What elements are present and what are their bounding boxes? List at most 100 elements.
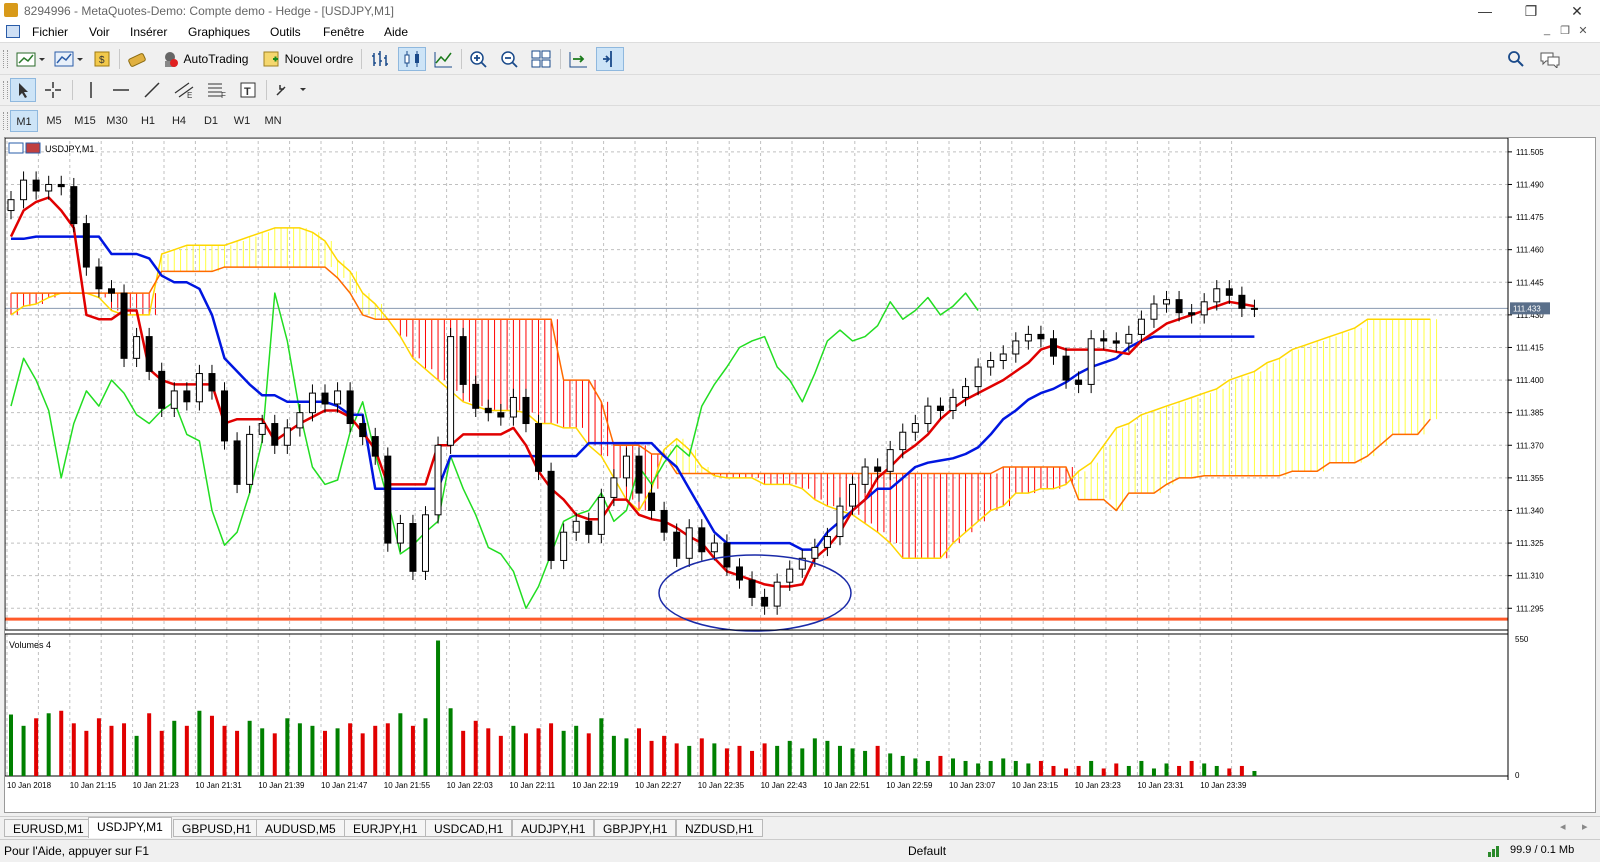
candle-body xyxy=(32,179,40,192)
menu-aide[interactable]: Aide xyxy=(384,25,408,39)
timeframe-w1[interactable]: W1 xyxy=(228,110,256,132)
candle-body xyxy=(421,514,429,572)
status-help-text: Pour l'Aide, appuyer sur F1 xyxy=(4,844,150,858)
timeframe-m15[interactable]: M15 xyxy=(71,110,99,132)
trendline-icon[interactable] xyxy=(139,78,165,102)
candle-body xyxy=(107,288,115,294)
volume-bar xyxy=(247,720,252,776)
chart-window[interactable]: 111.505 111.490 111.475 111.460 111.445 111.4… xyxy=(4,137,1596,813)
timeframe-m1[interactable]: M1 xyxy=(10,110,38,132)
toolbar-grip[interactable] xyxy=(3,112,8,130)
volume-bar xyxy=(800,748,805,776)
new-chart-icon[interactable] xyxy=(12,47,48,71)
zoom-out-icon[interactable] xyxy=(497,47,523,71)
tab-usdjpy-m1[interactable]: USDJPY,M1 xyxy=(88,817,172,838)
candle-body xyxy=(874,466,882,472)
volume-bar xyxy=(348,723,353,776)
volume-bar xyxy=(1126,765,1131,776)
menu-graphiques[interactable]: Graphiques xyxy=(188,25,250,39)
menu-outils[interactable]: Outils xyxy=(270,25,301,39)
new-order-button[interactable]: Nouvel ordre xyxy=(258,47,356,71)
app-icon xyxy=(4,3,18,17)
tab-nzdusd-h1[interactable]: NZDUSD,H1 xyxy=(676,819,763,837)
volume-bar xyxy=(900,755,905,776)
candle-body xyxy=(195,373,203,403)
tab-audusd-m5[interactable]: AUDUSD,M5 xyxy=(256,819,345,837)
tab-gbpjpy-h1[interactable]: GBPJPY,H1 xyxy=(594,819,677,837)
tabs-scroll-right-icon[interactable]: ▸ xyxy=(1582,820,1588,833)
candle-body xyxy=(1213,288,1221,303)
candle-body xyxy=(535,423,543,472)
timeframe-mn[interactable]: MN xyxy=(259,110,287,132)
time-tick-label: 10 Jan 23:15 xyxy=(1012,781,1059,790)
chart-shift-icon[interactable] xyxy=(596,47,624,71)
volume-bar xyxy=(71,723,76,776)
timeframe-h1[interactable]: H1 xyxy=(134,110,162,132)
candle-body xyxy=(447,336,455,446)
mdi-close-icon[interactable]: ✕ xyxy=(1574,24,1592,40)
volume-bar xyxy=(209,715,214,776)
timeframe-m5[interactable]: M5 xyxy=(40,110,68,132)
mdi-restore-icon[interactable]: ❐ xyxy=(1556,24,1574,40)
volume-bar xyxy=(913,758,918,776)
candle-body xyxy=(673,531,681,559)
text-label-icon[interactable]: T xyxy=(235,78,261,102)
cursor-icon[interactable] xyxy=(10,78,36,102)
candle-body xyxy=(7,199,15,212)
close-button[interactable]: ✕ xyxy=(1554,0,1600,22)
bar-chart-icon[interactable] xyxy=(367,47,393,71)
market-watch-icon[interactable]: $ xyxy=(90,47,114,71)
fibonacci-icon[interactable]: F xyxy=(203,78,231,102)
line-chart-icon[interactable] xyxy=(430,47,456,71)
candlestick-chart-icon[interactable] xyxy=(398,47,426,71)
search-icon[interactable] xyxy=(1504,47,1528,71)
zoom-in-icon[interactable] xyxy=(466,47,492,71)
time-tick-label: 10 Jan 21:55 xyxy=(384,781,431,790)
candle-body xyxy=(999,353,1007,362)
autotrading-button[interactable]: AutoTrading xyxy=(156,47,252,71)
candle-body xyxy=(936,405,944,411)
restore-button[interactable]: ❐ xyxy=(1508,0,1554,22)
candle-body xyxy=(622,455,630,479)
toolbar-separator xyxy=(72,80,73,100)
minimize-button[interactable]: — xyxy=(1462,0,1508,22)
tab-usdcad-h1[interactable]: USDCAD,H1 xyxy=(425,819,513,837)
chat-icon[interactable] xyxy=(1536,47,1564,71)
auto-scroll-icon[interactable] xyxy=(565,47,591,71)
menu-inserer[interactable]: Insérer xyxy=(130,25,167,39)
price-tick-label: 111.415 xyxy=(1516,343,1544,352)
toolbar-grip[interactable] xyxy=(3,81,8,99)
tab-eurjpy-h1[interactable]: EURJPY,H1 xyxy=(344,819,427,837)
time-tick-label: 10 Jan 21:23 xyxy=(133,781,180,790)
document-icon[interactable] xyxy=(6,25,20,38)
mdi-minimize-icon[interactable]: _ xyxy=(1538,24,1556,40)
tab-eurusd-m1[interactable]: EURUSD,M1 xyxy=(4,819,93,837)
horizontal-line-icon[interactable] xyxy=(108,78,134,102)
menu-fichier[interactable]: Fichier xyxy=(32,25,68,39)
profiles-icon[interactable] xyxy=(50,47,86,71)
svg-text:T: T xyxy=(244,86,251,98)
candle-body xyxy=(233,440,241,485)
tab-audjpy-h1[interactable]: AUDJPY,H1 xyxy=(512,819,595,837)
tab-gbpusd-h1[interactable]: GBPUSD,H1 xyxy=(173,819,261,837)
price-tick-label: 111.340 xyxy=(1516,506,1544,515)
toolbar-grip[interactable] xyxy=(3,50,8,68)
equidistant-channel-icon[interactable]: E xyxy=(170,78,198,102)
crosshair-icon[interactable] xyxy=(40,78,66,102)
vertical-line-icon[interactable] xyxy=(78,78,104,102)
shapes-dropdown-icon[interactable] xyxy=(272,78,310,102)
candle-body xyxy=(560,531,568,561)
navigator-icon[interactable] xyxy=(124,47,150,71)
price-chart[interactable]: 111.505 111.490 111.475 111.460 111.445 111.4… xyxy=(4,137,1595,812)
time-tick-label: 10 Jan 23:39 xyxy=(1200,781,1247,790)
volume-bar xyxy=(285,718,290,776)
volume-bar xyxy=(310,725,315,776)
timeframe-h4[interactable]: H4 xyxy=(165,110,193,132)
candle-body xyxy=(258,423,266,435)
timeframe-d1[interactable]: D1 xyxy=(197,110,225,132)
menu-fenetre[interactable]: Fenêtre xyxy=(323,25,364,39)
tabs-scroll-left-icon[interactable]: ◂ xyxy=(1560,820,1566,833)
tile-windows-icon[interactable] xyxy=(528,47,554,71)
menu-voir[interactable]: Voir xyxy=(89,25,110,39)
timeframe-m30[interactable]: M30 xyxy=(103,110,131,132)
